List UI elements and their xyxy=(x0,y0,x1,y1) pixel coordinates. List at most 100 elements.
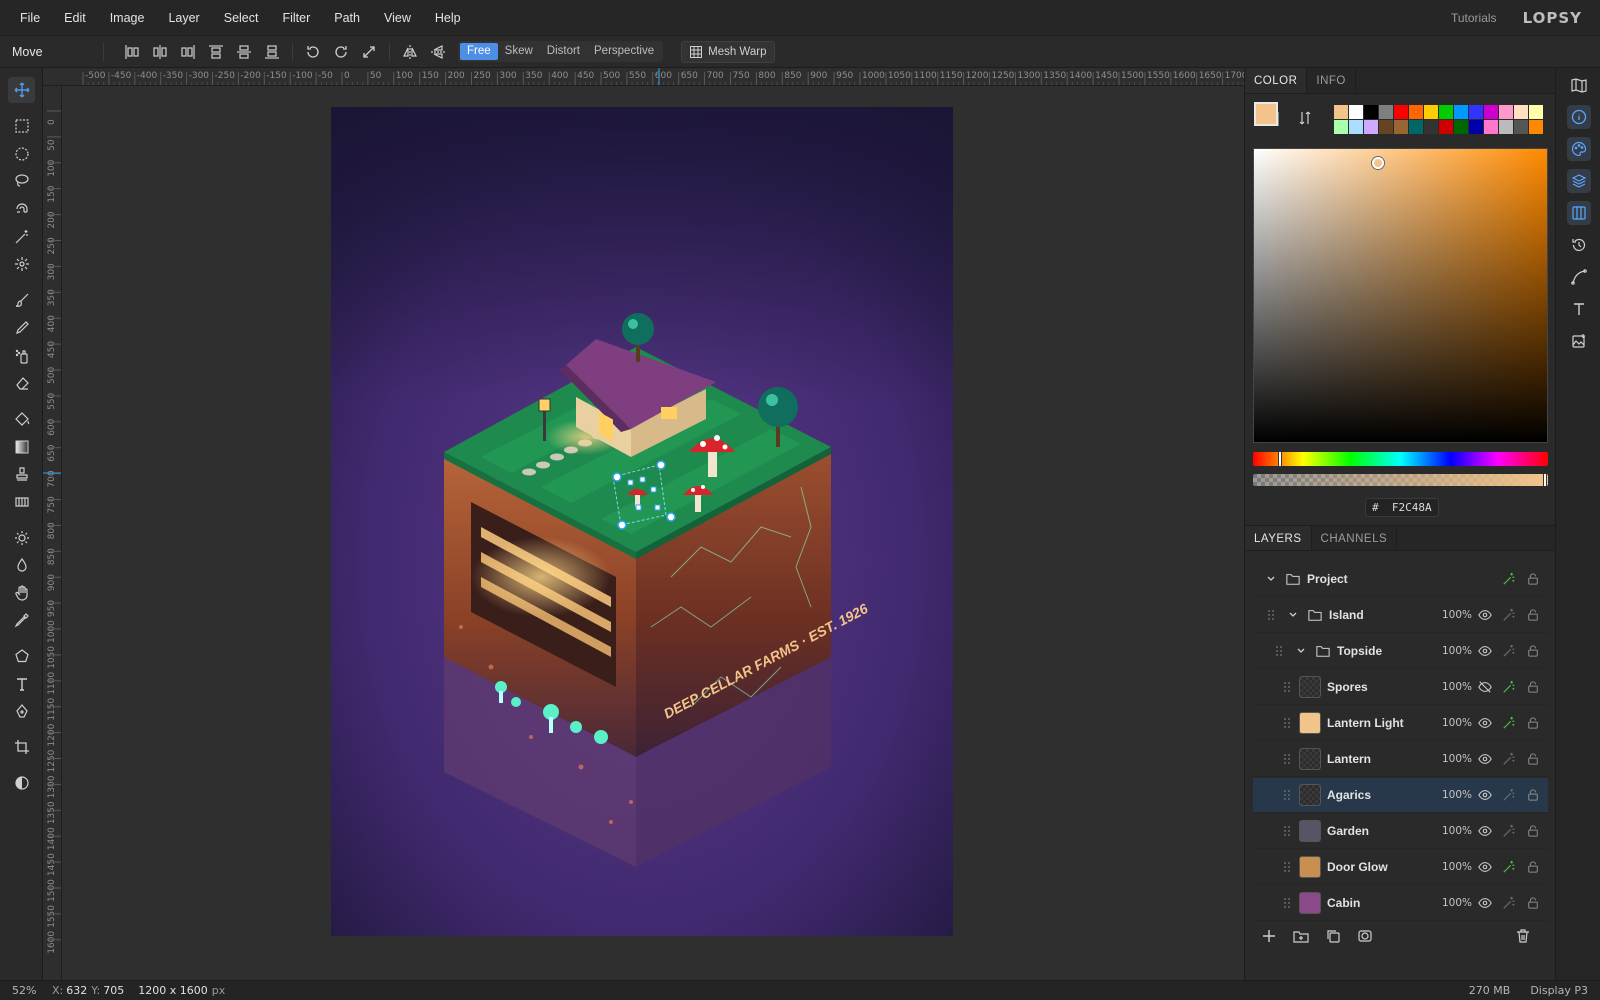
layer-opacity[interactable]: 100% xyxy=(1442,645,1472,657)
align-left-icon[interactable] xyxy=(118,40,146,64)
quick-select-tool[interactable] xyxy=(8,251,35,277)
align-right-icon[interactable] xyxy=(174,40,202,64)
layer-name[interactable]: Garden xyxy=(1327,824,1369,838)
layer-opacity[interactable]: 100% xyxy=(1442,861,1472,873)
layer-row[interactable]: Garden 100% xyxy=(1253,814,1548,849)
color-swatch[interactable] xyxy=(1469,120,1483,134)
menu-filter[interactable]: Filter xyxy=(270,0,322,36)
layer-name[interactable]: Lantern xyxy=(1327,752,1371,766)
layer-name[interactable]: Lantern Light xyxy=(1327,716,1404,730)
color-swatch[interactable] xyxy=(1334,105,1348,119)
align-bottom-icon[interactable] xyxy=(258,40,286,64)
menu-image[interactable]: Image xyxy=(98,0,157,36)
foreground-color-swatch[interactable] xyxy=(1254,102,1278,126)
color-swatch[interactable] xyxy=(1349,120,1363,134)
effects-icon[interactable] xyxy=(1501,787,1517,803)
shape-tool[interactable] xyxy=(8,643,35,669)
ellipse-marquee-tool[interactable] xyxy=(8,141,35,167)
rect-marquee-tool[interactable] xyxy=(8,113,35,139)
eye-icon[interactable] xyxy=(1477,895,1493,911)
gradient-tool[interactable] xyxy=(8,434,35,460)
rotate-cw-icon[interactable] xyxy=(327,40,355,64)
history-icon[interactable] xyxy=(1567,233,1591,257)
color-swatch[interactable] xyxy=(1529,120,1543,134)
layer-row[interactable]: Topside 100% xyxy=(1253,634,1548,669)
lasso-tool[interactable] xyxy=(8,168,35,194)
flip-horizontal-icon[interactable] xyxy=(396,40,424,64)
color-swatch[interactable] xyxy=(1499,120,1513,134)
layer-row[interactable]: Project xyxy=(1253,562,1548,597)
color-swatch[interactable] xyxy=(1334,120,1348,134)
hex-input[interactable]: # F2C48A xyxy=(1365,498,1439,517)
color-swatch[interactable] xyxy=(1364,105,1378,119)
paths-icon[interactable] xyxy=(1567,265,1591,289)
eraser-tool[interactable] xyxy=(8,370,35,396)
effects-icon[interactable] xyxy=(1501,859,1517,875)
duplicate-layer-icon[interactable] xyxy=(1325,928,1341,944)
mode-skew[interactable]: Skew xyxy=(498,43,540,60)
tab-color[interactable]: COLOR xyxy=(1245,68,1308,93)
hue-slider-handle[interactable] xyxy=(1278,451,1282,467)
picker-handle[interactable] xyxy=(1372,157,1384,169)
drag-handle-icon[interactable] xyxy=(1279,823,1295,839)
move-tool[interactable] xyxy=(8,77,35,103)
blur-tool[interactable] xyxy=(8,552,35,578)
align-hcenter-icon[interactable] xyxy=(146,40,174,64)
expand-chevron-icon[interactable] xyxy=(1285,607,1301,623)
eye-off-icon[interactable] xyxy=(1477,679,1493,695)
magic-wand-tool[interactable] xyxy=(8,224,35,250)
color-swatch[interactable] xyxy=(1484,120,1498,134)
layer-opacity[interactable]: 100% xyxy=(1442,609,1472,621)
drag-handle-icon[interactable] xyxy=(1279,679,1295,695)
drag-handle-icon[interactable] xyxy=(1279,859,1295,875)
lock-icon[interactable] xyxy=(1525,715,1541,731)
palette-icon[interactable] xyxy=(1567,137,1591,161)
layer-row[interactable]: Agarics 100% xyxy=(1253,778,1548,813)
color-swatch[interactable] xyxy=(1394,105,1408,119)
layer-name[interactable]: Topside xyxy=(1337,644,1382,658)
layer-mask-icon[interactable] xyxy=(1357,928,1373,944)
layer-row[interactable]: Lantern 100% xyxy=(1253,742,1548,777)
canvas-area[interactable]: DEEP CELLAR FARMS · EST. 1926 xyxy=(62,86,1244,980)
menu-help[interactable]: Help xyxy=(423,0,473,36)
color-swatch[interactable] xyxy=(1364,120,1378,134)
effects-icon[interactable] xyxy=(1501,823,1517,839)
rotate-ccw-icon[interactable] xyxy=(299,40,327,64)
dodge-tool[interactable] xyxy=(8,525,35,551)
magnetic-lasso-tool[interactable] xyxy=(8,196,35,222)
layer-name[interactable]: Spores xyxy=(1327,680,1368,694)
eye-icon[interactable] xyxy=(1477,787,1493,803)
hue-slider[interactable] xyxy=(1253,451,1548,467)
swap-colors-icon[interactable] xyxy=(1297,110,1313,126)
color-swatch[interactable] xyxy=(1439,105,1453,119)
layer-name[interactable]: Island xyxy=(1329,608,1364,622)
eye-icon[interactable] xyxy=(1477,607,1493,623)
layer-name[interactable]: Project xyxy=(1307,572,1348,586)
tab-layers[interactable]: LAYERS xyxy=(1245,526,1312,550)
lock-icon[interactable] xyxy=(1525,643,1541,659)
tutorials-link[interactable]: Tutorials xyxy=(1451,11,1497,25)
effects-icon[interactable] xyxy=(1501,607,1517,623)
text-tool[interactable] xyxy=(8,671,35,697)
menu-view[interactable]: View xyxy=(372,0,423,36)
color-swatch[interactable] xyxy=(1424,120,1438,134)
lock-icon[interactable] xyxy=(1525,787,1541,803)
lock-icon[interactable] xyxy=(1525,859,1541,875)
tab-info[interactable]: INFO xyxy=(1307,68,1356,93)
layer-opacity[interactable]: 100% xyxy=(1442,825,1472,837)
lock-icon[interactable] xyxy=(1525,895,1541,911)
contrast-toggle-icon[interactable] xyxy=(8,770,35,796)
color-swatch[interactable] xyxy=(1529,105,1543,119)
layer-opacity[interactable]: 100% xyxy=(1442,897,1472,909)
color-swatch[interactable] xyxy=(1394,120,1408,134)
alpha-slider-handle[interactable] xyxy=(1543,473,1547,487)
layer-row[interactable]: Lantern Light 100% xyxy=(1253,706,1548,741)
layer-row[interactable]: Island 100% xyxy=(1253,598,1548,633)
pen-tool[interactable] xyxy=(8,698,35,724)
mode-distort[interactable]: Distort xyxy=(540,43,587,60)
tab-channels[interactable]: CHANNELS xyxy=(1312,526,1398,550)
hex-value[interactable]: F2C48A xyxy=(1392,501,1432,514)
layer-opacity[interactable]: 100% xyxy=(1442,753,1472,765)
drag-handle-icon[interactable] xyxy=(1271,643,1287,659)
smudge-tool[interactable] xyxy=(8,580,35,606)
